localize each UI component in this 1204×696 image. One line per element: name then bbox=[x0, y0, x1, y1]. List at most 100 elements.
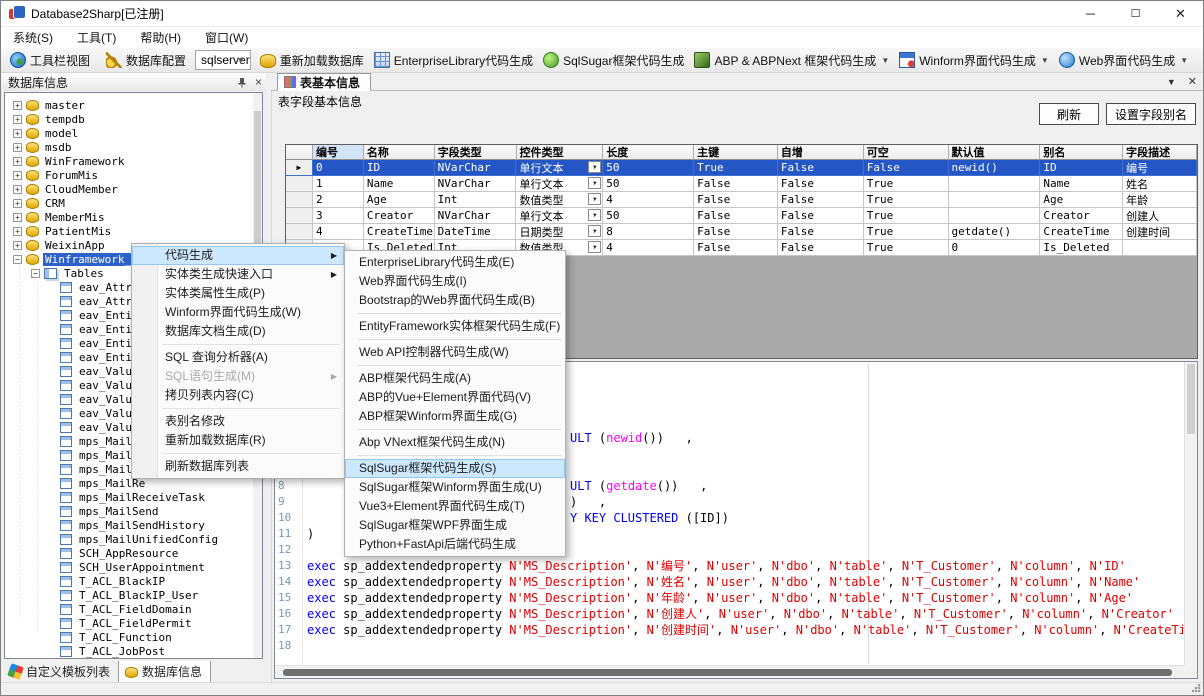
tree-db-CloudMember[interactable]: +CloudMember bbox=[13, 182, 120, 196]
toolbar-button-工具栏视图[interactable]: 工具栏视图 bbox=[5, 50, 95, 71]
collapse-icon[interactable]: − bbox=[13, 255, 22, 264]
database-type-combo[interactable]: sqlserver▼ bbox=[195, 50, 251, 70]
tree-table-mps_MailSend[interactable]: mps_MailSend bbox=[60, 504, 160, 518]
tree-table-mps_MailSendHistory[interactable]: mps_MailSendHistory bbox=[60, 518, 207, 532]
tree-table-T_ACL_FieldDomain[interactable]: T_ACL_FieldDomain bbox=[60, 602, 194, 616]
submenu-item-14[interactable]: SqlSugar框架代码生成(S) bbox=[345, 459, 565, 478]
control-type-dropdown[interactable]: ▼ bbox=[588, 241, 601, 253]
tree-db-MemberMis[interactable]: +MemberMis bbox=[13, 210, 107, 224]
grid-col-可空[interactable]: 可空 bbox=[864, 145, 949, 160]
control-type-dropdown[interactable]: ▼ bbox=[588, 177, 601, 189]
tab-table-info[interactable]: 表基本信息 bbox=[277, 73, 371, 91]
doc-close-icon[interactable]: ✕ bbox=[1188, 75, 1197, 88]
grid-col-自增[interactable]: 自增 bbox=[778, 145, 864, 160]
context-menu-item-10[interactable]: 表别名修改 bbox=[132, 412, 344, 431]
tree-table-mps_MailUnifiedConfig[interactable]: mps_MailUnifiedConfig bbox=[60, 532, 220, 546]
expand-icon[interactable]: + bbox=[13, 101, 22, 110]
menu-item-3[interactable]: 窗口(W) bbox=[193, 27, 260, 48]
context-menu-item-13[interactable]: 刷新数据库列表 bbox=[132, 457, 344, 476]
submenu-item-4[interactable]: EntityFramework实体框架代码生成(F) bbox=[345, 317, 565, 336]
sql-hscrollbar[interactable] bbox=[275, 665, 1184, 678]
expand-icon[interactable]: + bbox=[13, 129, 22, 138]
chevron-down-icon[interactable]: ▼ bbox=[1167, 75, 1176, 88]
minimize-button[interactable]: ─ bbox=[1068, 1, 1113, 26]
set-alias-button[interactable]: 设置字段别名 bbox=[1106, 103, 1196, 125]
grid-col-默认值[interactable]: 默认值 bbox=[949, 145, 1041, 160]
tree-db-WeixinApp[interactable]: +WeixinApp bbox=[13, 238, 107, 252]
control-type-dropdown[interactable]: ▼ bbox=[588, 193, 601, 205]
context-menu-item-4[interactable]: 数据库文档生成(D) bbox=[132, 322, 344, 341]
menu-item-0[interactable]: 系统(S) bbox=[1, 27, 65, 48]
panel-close-icon[interactable]: × bbox=[255, 75, 262, 89]
tree-tables-node[interactable]: −Tables bbox=[31, 266, 106, 280]
toolbar-button-SqlSugar框架代码生成[interactable]: SqlSugar框架代码生成 bbox=[538, 50, 689, 71]
expand-icon[interactable]: + bbox=[13, 143, 22, 152]
resize-grip[interactable] bbox=[1191, 683, 1201, 693]
toolbar-button-Web界面代码生成[interactable]: Web界面代码生成▼ bbox=[1054, 50, 1193, 71]
menu-item-2[interactable]: 帮助(H) bbox=[128, 27, 193, 48]
tree-table-T_ACL_Function[interactable]: T_ACL_Function bbox=[60, 630, 174, 644]
toolbar-button-数据库配置[interactable]: 数据库配置 bbox=[101, 50, 191, 71]
expand-icon[interactable]: + bbox=[13, 241, 22, 250]
close-button[interactable]: ✕ bbox=[1158, 1, 1203, 26]
refresh-button[interactable]: 刷新 bbox=[1039, 103, 1099, 125]
submenu-item-18[interactable]: Python+FastApi后端代码生成 bbox=[345, 535, 565, 554]
submenu-item-8[interactable]: ABP框架代码生成(A) bbox=[345, 369, 565, 388]
toolbar-button-Winform界面代码生成[interactable]: Winform界面代码生成▼ bbox=[894, 50, 1054, 71]
grid-col-编号[interactable]: 编号 bbox=[313, 145, 364, 160]
pin-icon[interactable] bbox=[237, 77, 247, 88]
submenu-item-9[interactable]: ABP的Vue+Element界面代码(V) bbox=[345, 388, 565, 407]
tree-table-T_ACL_BlackIP[interactable]: T_ACL_BlackIP bbox=[60, 574, 167, 588]
tree-db-CRM[interactable]: +CRM bbox=[13, 196, 67, 210]
table-row-3[interactable]: 3CreatorNVarChar单行文本▼50FalseFalseTrueCre… bbox=[286, 208, 1197, 224]
submenu-item-6[interactable]: Web API控制器代码生成(W) bbox=[345, 343, 565, 362]
expand-icon[interactable]: + bbox=[13, 199, 22, 208]
expand-icon[interactable]: + bbox=[13, 185, 22, 194]
menu-item-1[interactable]: 工具(T) bbox=[65, 27, 128, 48]
tree-table-T_ACL_FieldPermit[interactable]: T_ACL_FieldPermit bbox=[60, 616, 194, 630]
toolbar-button-退出[interactable]: ✕退出 bbox=[1199, 50, 1204, 71]
submenu-item-10[interactable]: ABP框架Winform界面生成(G) bbox=[345, 407, 565, 426]
tree-db-tempdb[interactable]: +tempdb bbox=[13, 112, 87, 126]
submenu-item-0[interactable]: EnterpriseLibrary代码生成(E) bbox=[345, 253, 565, 272]
table-row-2[interactable]: 2AgeInt数值类型▼4FalseFalseTrueAge年龄 bbox=[286, 192, 1197, 208]
submenu-item-15[interactable]: SqlSugar框架Winform界面生成(U) bbox=[345, 478, 565, 497]
grid-col-控件类型[interactable]: 控件类型 bbox=[517, 145, 604, 160]
toolbar-button-ABP & ABPNext 框架代码生成[interactable]: ABP & ABPNext 框架代码生成▼ bbox=[689, 50, 894, 71]
tree-db-master[interactable]: +master bbox=[13, 98, 87, 112]
grid-col-主键[interactable]: 主键 bbox=[694, 145, 778, 160]
submenu-item-1[interactable]: Web界面代码生成(I) bbox=[345, 272, 565, 291]
tree-table-mps_MailReceiveTask[interactable]: mps_MailReceiveTask bbox=[60, 490, 207, 504]
sql-vscrollbar[interactable] bbox=[1184, 362, 1197, 665]
tree-db-ForumMis[interactable]: +ForumMis bbox=[13, 168, 100, 182]
tree-table-T_ACL_BlackIP_User[interactable]: T_ACL_BlackIP_User bbox=[60, 588, 200, 602]
grid-row-header[interactable] bbox=[286, 145, 313, 160]
context-menu-item-11[interactable]: 重新加载数据库(R) bbox=[132, 431, 344, 450]
tree-table-SCH_UserAppointment[interactable]: SCH_UserAppointment bbox=[60, 560, 207, 574]
grid-col-名称[interactable]: 名称 bbox=[364, 145, 435, 160]
tree-db-model[interactable]: +model bbox=[13, 126, 80, 140]
expand-icon[interactable]: + bbox=[13, 157, 22, 166]
grid-col-长度[interactable]: 长度 bbox=[603, 145, 694, 160]
tree-table-SCH_AppResource[interactable]: SCH_AppResource bbox=[60, 546, 180, 560]
expand-icon[interactable]: + bbox=[13, 213, 22, 222]
context-menu-item-1[interactable]: 实体类生成快速入口▶ bbox=[132, 265, 344, 284]
control-type-dropdown[interactable]: ▼ bbox=[588, 209, 601, 221]
table-row-1[interactable]: 1NameNVarChar单行文本▼50FalseFalseTrueName姓名 bbox=[286, 176, 1197, 192]
table-row-0[interactable]: ▶0IDNVarChar单行文本▼50TrueFalseFalsenewid()… bbox=[286, 160, 1197, 176]
submenu-item-16[interactable]: Vue3+Element界面代码生成(T) bbox=[345, 497, 565, 516]
control-type-dropdown[interactable]: ▼ bbox=[588, 225, 601, 237]
context-menu-item-6[interactable]: SQL 查询分析器(A) bbox=[132, 348, 344, 367]
tab-database-info[interactable]: 数据库信息 bbox=[118, 661, 211, 684]
table-row-4[interactable]: 4CreateTimeDateTime日期类型▼8FalseFalseTrueg… bbox=[286, 224, 1197, 240]
collapse-icon[interactable]: − bbox=[31, 269, 40, 278]
context-menu-item-7[interactable]: SQL语句生成(M)▶ bbox=[132, 367, 344, 386]
submenu-item-17[interactable]: SqlSugar框架WPF界面生成 bbox=[345, 516, 565, 535]
tree-db-WinFramework[interactable]: +WinFramework bbox=[13, 154, 126, 168]
maximize-button[interactable]: ☐ bbox=[1113, 1, 1158, 26]
context-menu-item-2[interactable]: 实体类属性生成(P) bbox=[132, 284, 344, 303]
grid-col-字段描述[interactable]: 字段描述 bbox=[1123, 145, 1197, 160]
submenu-item-12[interactable]: Abp VNext框架代码生成(N) bbox=[345, 433, 565, 452]
submenu-item-2[interactable]: Bootstrap的Web界面代码生成(B) bbox=[345, 291, 565, 310]
tree-db-msdb[interactable]: +msdb bbox=[13, 140, 74, 154]
